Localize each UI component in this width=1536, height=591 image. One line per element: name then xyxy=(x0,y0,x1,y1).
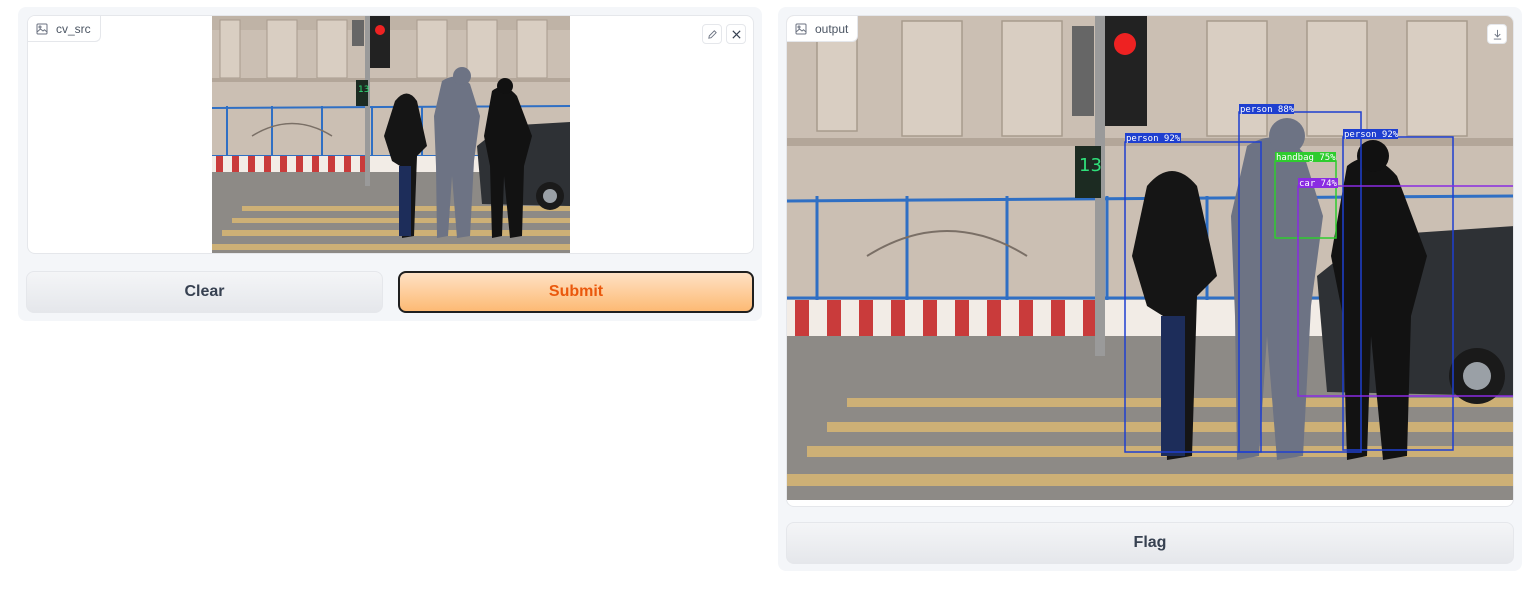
image-icon xyxy=(36,23,48,34)
input-image-label: cv_src xyxy=(28,16,101,42)
download-button[interactable] xyxy=(1487,24,1507,44)
detection-label-person-3: person 92% xyxy=(1344,130,1399,140)
image-icon xyxy=(795,23,807,34)
submit-button[interactable]: Submit xyxy=(398,271,754,313)
detection-label-person-2: person 88% xyxy=(1240,105,1295,115)
input-image-label-text: cv_src xyxy=(56,21,91,36)
output-image-box: output 13 person 92% person 88% person 9… xyxy=(786,15,1514,507)
edit-button[interactable] xyxy=(702,24,722,44)
detection-label-car: car 74% xyxy=(1299,179,1338,189)
output-panel: output 13 person 92% person 88% person 9… xyxy=(778,7,1522,571)
edit-icon xyxy=(707,29,717,39)
detection-label-person-1: person 92% xyxy=(1126,134,1181,144)
clear-button[interactable]: Clear xyxy=(26,271,383,313)
close-icon xyxy=(731,29,741,39)
output-image-label-text: output xyxy=(815,21,849,36)
input-image: 13 xyxy=(212,16,570,253)
detection-label-handbag: handbag 75% xyxy=(1276,153,1336,163)
svg-text:13: 13 xyxy=(1079,155,1102,176)
input-panel: cv_src 13 Clear Submit xyxy=(18,7,762,321)
download-icon xyxy=(1493,29,1501,40)
flag-button[interactable]: Flag xyxy=(786,522,1514,564)
output-image: 13 person 92% person 88% person 92% hand… xyxy=(787,16,1513,500)
input-image-box[interactable]: cv_src 13 xyxy=(27,15,754,254)
output-image-label: output xyxy=(787,16,859,42)
clear-image-button[interactable] xyxy=(726,24,746,44)
svg-text:13: 13 xyxy=(358,85,369,95)
